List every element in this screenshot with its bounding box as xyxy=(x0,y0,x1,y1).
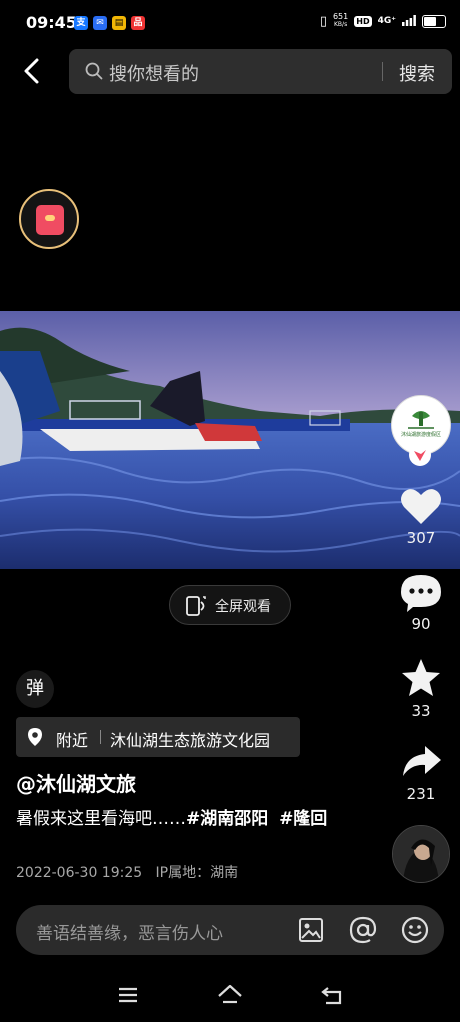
at-icon xyxy=(349,916,377,944)
net-speed-value: 651 xyxy=(332,12,349,21)
author-name[interactable]: @沐仙湖文旅 xyxy=(16,768,136,797)
image-icon xyxy=(299,918,323,942)
emoji-button[interactable] xyxy=(400,915,430,945)
mail-notification-icon: ✉ xyxy=(93,16,107,30)
comment-placeholder: 善语结善缘，恶言伤人心 xyxy=(36,924,223,944)
net-speed-unit: KB/s xyxy=(334,21,348,28)
back-nav-icon xyxy=(321,987,342,1005)
status-right: ▯ 651 KB/s HD 4G⁺ xyxy=(320,13,446,29)
image-button[interactable] xyxy=(296,915,326,945)
location-place: 沐仙湖生态旅游文化园 xyxy=(110,731,271,750)
hashtag-longhui[interactable]: #隆回 xyxy=(279,809,327,829)
post-description: 暑假来这里看海吧……#湖南邵阳 #隆回 xyxy=(16,806,352,832)
hd-badge: HD xyxy=(354,15,372,27)
comment-button[interactable] xyxy=(398,573,444,617)
follow-button[interactable] xyxy=(409,444,431,466)
comment-icon xyxy=(401,575,441,612)
star-icon xyxy=(402,659,440,696)
home-icon xyxy=(218,984,242,1004)
system-back-button[interactable] xyxy=(318,980,348,1010)
search-icon xyxy=(85,62,103,80)
brand-logo-text: 沐仙湖旅游度假区 xyxy=(400,432,441,438)
music-disc[interactable] xyxy=(392,825,450,883)
back-button[interactable] xyxy=(18,56,48,86)
search-divider xyxy=(382,62,383,81)
post-date: 2022-06-30 19:25 xyxy=(16,865,143,881)
app-notification-icon: ▤ xyxy=(112,16,126,30)
post-meta: 2022-06-30 19:25 IP属地：湖南 xyxy=(16,862,238,882)
heart-icon xyxy=(401,489,441,524)
back-icon xyxy=(24,58,39,84)
share-count: 231 xyxy=(406,785,436,803)
ip-location: IP属地：湖南 xyxy=(155,865,239,881)
share-icon xyxy=(403,746,441,776)
share-button[interactable] xyxy=(398,742,444,786)
comment-input[interactable]: 善语结善缘，恶言伤人心 xyxy=(16,905,444,955)
search-placeholder: 搜你想看的 xyxy=(109,64,199,85)
emoji-icon xyxy=(401,916,429,944)
fullscreen-label: 全屏观看 xyxy=(215,599,271,615)
location-pin-icon xyxy=(28,728,42,746)
search-button[interactable]: 搜索 xyxy=(399,60,435,86)
search-input[interactable]: 搜你想看的 搜索 xyxy=(69,49,452,94)
comment-count: 90 xyxy=(411,615,431,633)
menu-icon xyxy=(119,987,137,1003)
fullscreen-button[interactable]: 全屏观看 xyxy=(169,585,291,625)
follow-icon xyxy=(414,450,426,461)
danmu-toggle[interactable]: 弹 xyxy=(16,670,54,708)
mention-button[interactable] xyxy=(348,915,378,945)
network-type: 4G⁺ xyxy=(377,16,396,26)
vibrate-icon: ▯ xyxy=(319,13,327,29)
signal-icon xyxy=(402,14,416,28)
battery-icon xyxy=(422,14,446,28)
alipay-notification-icon: 支 xyxy=(74,16,88,30)
status-bar: 09:45 支 ✉ ▤ 品 ▯ 651 KB/s HD 4G⁺ xyxy=(0,0,460,44)
like-count: 307 xyxy=(406,529,436,547)
favorite-button[interactable] xyxy=(398,657,444,703)
like-button[interactable] xyxy=(398,486,444,530)
post-text: 暑假来这里看海吧…… xyxy=(16,809,186,829)
hashtag-hunan-shaoyang[interactable]: #湖南邵阳 xyxy=(186,809,268,829)
favorite-count: 33 xyxy=(411,702,431,720)
status-time: 09:45 xyxy=(26,13,77,32)
location-tag[interactable]: 附近 沐仙湖生态旅游文化园 xyxy=(16,717,300,757)
shop-notification-icon: 品 xyxy=(131,16,145,30)
recent-apps-button[interactable] xyxy=(113,980,143,1010)
red-packet-button[interactable] xyxy=(19,189,79,249)
music-avatar xyxy=(393,826,449,882)
location-near-label: 附近 xyxy=(56,731,89,750)
home-button[interactable] xyxy=(215,980,245,1010)
fullscreen-icon xyxy=(186,596,206,616)
